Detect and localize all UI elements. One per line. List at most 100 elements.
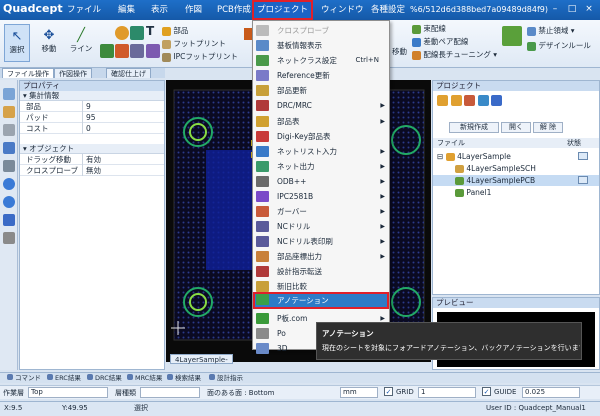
menu-settings[interactable]: 各種設定 [366, 0, 410, 20]
prop-value[interactable]: 9 [82, 101, 152, 112]
menu-item[interactable]: ネットクラス設定 Ctrl+N [253, 53, 389, 68]
settings-icon[interactable] [3, 214, 15, 226]
right-move-button[interactable]: 移動 [392, 46, 407, 57]
tab-document[interactable]: 4LayerSample- [170, 354, 233, 364]
design-rule-icon [527, 41, 536, 51]
close-icon[interactable]: × [582, 3, 596, 16]
minimize-icon[interactable]: – [548, 3, 562, 16]
menu-item[interactable]: ネットリスト入力 ▶ [253, 144, 389, 159]
zoom-in-icon[interactable] [3, 178, 15, 190]
bottom-tab[interactable]: 設計指示 [206, 374, 246, 383]
search-icon[interactable] [491, 95, 503, 106]
polygon-icon[interactable] [130, 26, 144, 40]
save-icon[interactable] [3, 142, 15, 154]
line-tool-button[interactable]: ╱ ライン [68, 24, 94, 62]
footprint-button[interactable]: フットプリント [162, 38, 226, 49]
menu-pcb[interactable]: PCB作成 [212, 0, 256, 20]
menu-item[interactable]: DRC/MRC ▶ [253, 98, 389, 113]
menu-item[interactable]: アノテーション [253, 292, 389, 309]
menu-item[interactable]: 部品表 ▶ [253, 114, 389, 129]
menu-item[interactable]: IPC2581B ▶ [253, 189, 389, 204]
tab-file-ops[interactable]: ファイル操作 [2, 68, 54, 78]
tree-item[interactable]: ⊟ 4LayerSample [437, 151, 511, 162]
tab-draw-ops[interactable]: 作図操作 [54, 68, 92, 78]
prop-value[interactable]: 95 [82, 112, 152, 123]
tree-item-selected[interactable]: 4LayerSamplePCB [433, 175, 599, 186]
bottom-tab[interactable]: MRC結果 [124, 374, 165, 383]
menu-window[interactable]: ウィンドウ [316, 0, 369, 20]
bundle-icon [412, 24, 421, 34]
dimension-icon[interactable] [130, 44, 144, 58]
menu-item[interactable]: クロスプローブ [253, 23, 389, 38]
section-summary[interactable]: ▾ 集計情報 [20, 91, 164, 101]
tree-item[interactable]: Panel1 [455, 187, 491, 198]
text-icon[interactable]: T [146, 24, 154, 38]
menu-file[interactable]: ファイル [62, 0, 106, 20]
image-icon[interactable] [146, 44, 160, 58]
menu-item[interactable]: NCドリル ▶ [253, 219, 389, 234]
new-button[interactable]: 新規作成 [449, 122, 499, 133]
maximize-icon[interactable]: □ [565, 3, 579, 16]
bottom-tab[interactable]: DRC結果 [84, 374, 125, 383]
design-rule-button[interactable]: デザインルール [527, 40, 591, 51]
menu-item-label: ガーバー [277, 207, 307, 216]
diff-pair-button[interactable]: 差動ペア配線 [412, 36, 468, 47]
folder-icon[interactable] [437, 95, 448, 106]
document-id: %6/512d6d388bed7a09489d84f9) [410, 5, 548, 14]
menu-project[interactable]: プロジェクト [252, 0, 314, 20]
menu-item[interactable]: ODB++ ▶ [253, 174, 389, 189]
menu-item[interactable]: ガーバー ▶ [253, 204, 389, 219]
bottom-tab[interactable]: ERC結果 [44, 374, 84, 383]
zoom-out-icon[interactable] [3, 196, 15, 208]
grid-checkbox[interactable]: ✓ [384, 387, 393, 396]
layer-icon[interactable] [3, 124, 15, 136]
guide-select[interactable]: 0.025 [522, 387, 580, 398]
arc-icon[interactable] [100, 44, 114, 58]
prop-value[interactable]: 無効 [82, 165, 152, 176]
circle-icon[interactable] [115, 26, 129, 40]
gear-icon[interactable] [3, 232, 15, 244]
grid-select[interactable]: 1 [418, 387, 476, 398]
select-tool-button[interactable]: ↖ 選択 [4, 24, 30, 62]
menu-edit[interactable]: 編集 [113, 0, 140, 20]
menu-item[interactable]: 基板情報表示 [253, 38, 389, 53]
bottom-tab[interactable]: コマンド [4, 374, 44, 383]
no-wire-area-button[interactable]: 禁止領域 ▾ [527, 25, 575, 36]
menu-item-label: ネットクラス設定 [277, 56, 337, 65]
prop-value[interactable]: 有効 [82, 154, 152, 165]
grid-icon[interactable] [3, 160, 15, 172]
menu-item[interactable]: NCドリル表印刷 ▶ [253, 234, 389, 249]
menu-item[interactable]: Reference更新 [253, 68, 389, 83]
pointer-tool-icon[interactable] [3, 88, 15, 100]
wire-tune-button[interactable]: 配線長チューニング ▾ [412, 49, 497, 60]
menu-draw[interactable]: 作図 [180, 0, 207, 20]
release-button[interactable]: 解 除 [533, 122, 563, 133]
ipc-footprint-button[interactable]: IPCフットプリント [162, 51, 238, 62]
rect-icon[interactable] [115, 44, 129, 58]
unit-select[interactable]: mm [340, 387, 378, 398]
guide-checkbox[interactable]: ✓ [482, 387, 491, 396]
menu-view[interactable]: 表示 [146, 0, 173, 20]
open-folder-icon[interactable] [450, 95, 462, 106]
delete-icon[interactable] [464, 95, 476, 106]
menu-item[interactable]: 設計指示転送 [253, 264, 389, 279]
move-tool-button[interactable]: ✥ 移動 [36, 24, 62, 62]
section-object[interactable]: ▾ オブジェクト [20, 144, 164, 154]
layer-type-select[interactable] [140, 387, 200, 398]
bundle-wire-button[interactable]: 束配線 [412, 23, 446, 34]
pan-icon[interactable] [3, 106, 15, 118]
drc-icon[interactable] [502, 26, 522, 46]
menu-item[interactable]: Digi-Key部品表 [253, 129, 389, 144]
menu-item[interactable]: 部品更新 [253, 83, 389, 98]
menu-item-icon [256, 70, 269, 81]
tab-check[interactable]: 確認仕上げ [106, 68, 151, 78]
refresh-icon[interactable] [477, 95, 489, 106]
menu-item[interactable]: ネット出力 ▶ [253, 159, 389, 174]
prop-value[interactable]: 0 [82, 123, 152, 134]
open-button[interactable]: 開く [501, 122, 531, 133]
bottom-tab[interactable]: 検索結果 [164, 374, 204, 383]
tree-item[interactable]: 4LayerSampleSCH [455, 163, 536, 174]
part-button[interactable]: 部品 [162, 25, 188, 36]
menu-item[interactable]: 部品座標出力 ▶ [253, 249, 389, 264]
layer-select[interactable]: Top [28, 387, 108, 398]
